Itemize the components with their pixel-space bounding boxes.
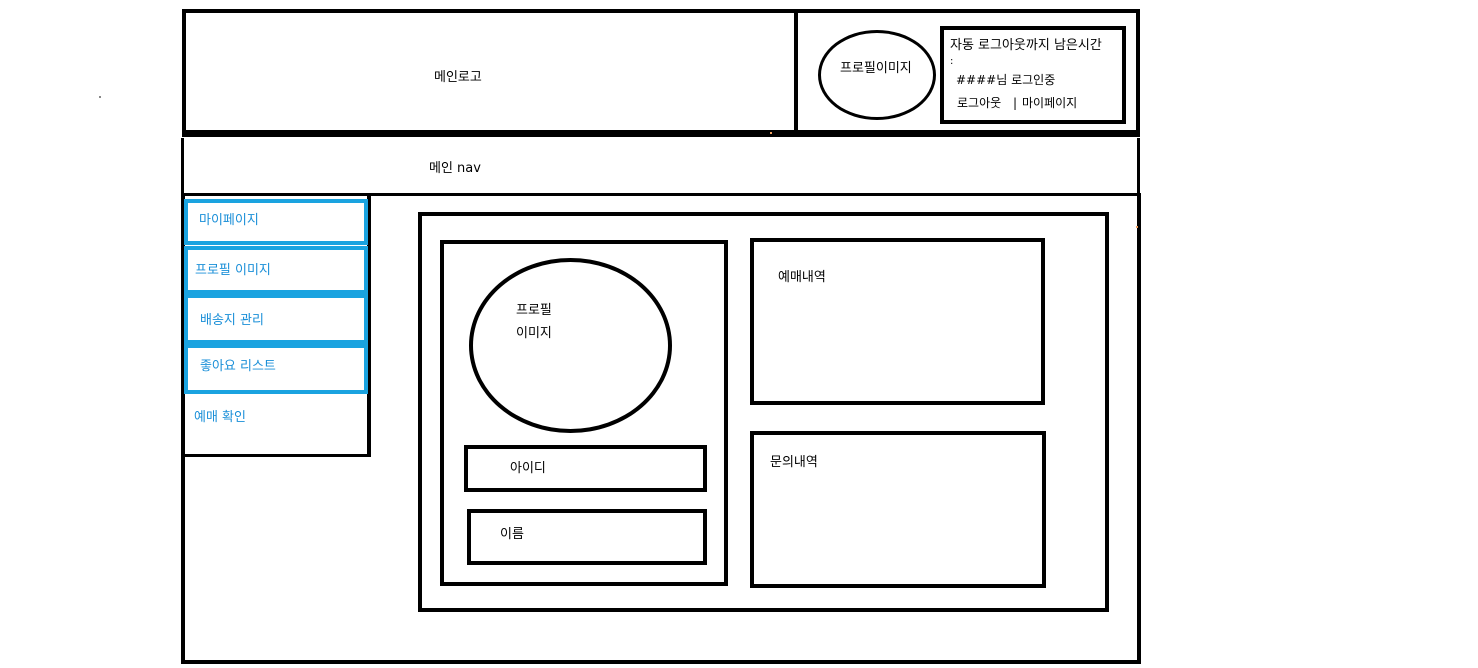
booking-history-label: 예매내역 <box>778 270 826 285</box>
login-links-separator: | <box>1013 96 1018 110</box>
sidebar-item-label: 좋아요 리스트 <box>200 359 276 374</box>
sidebar-item-label: 마이페이지 <box>199 213 259 228</box>
inquiry-history-label: 문의내역 <box>770 455 818 470</box>
header-divider <box>794 12 798 134</box>
stray-mark <box>1136 226 1138 228</box>
logout-link[interactable]: 로그아웃 <box>957 95 1001 111</box>
mypage-link[interactable]: 마이페이지 <box>1022 95 1077 111</box>
booking-history-panel[interactable] <box>750 238 1045 405</box>
profile-image[interactable] <box>469 258 672 433</box>
auto-logout-colon: : <box>950 56 954 67</box>
profile-image-label-line2: 이미지 <box>516 326 552 341</box>
user-login-status: ####님 로그인중 <box>956 73 1056 87</box>
profile-image-label-line1: 프로필 <box>516 303 552 318</box>
sidebar-item-booking-check[interactable]: 예매 확인 <box>194 410 246 426</box>
stray-mark <box>99 96 101 98</box>
header-profile-image-label: 프로필이미지 <box>840 61 912 76</box>
auto-logout-label: 자동 로그아웃까지 남은시간 <box>950 38 1102 53</box>
sidebar-item-label: 프로필 이미지 <box>195 263 271 278</box>
sidebar-item-label: 배송지 관리 <box>200 313 264 328</box>
main-nav-label: 메인 nav <box>429 161 481 176</box>
name-label: 이름 <box>500 527 524 542</box>
header-bottom-border <box>182 130 1140 136</box>
main-nav[interactable] <box>181 138 1140 196</box>
id-field[interactable] <box>464 445 707 492</box>
id-label: 아이디 <box>510 461 546 476</box>
stray-mark <box>770 132 772 134</box>
main-logo[interactable]: 메인로고 <box>434 70 482 86</box>
